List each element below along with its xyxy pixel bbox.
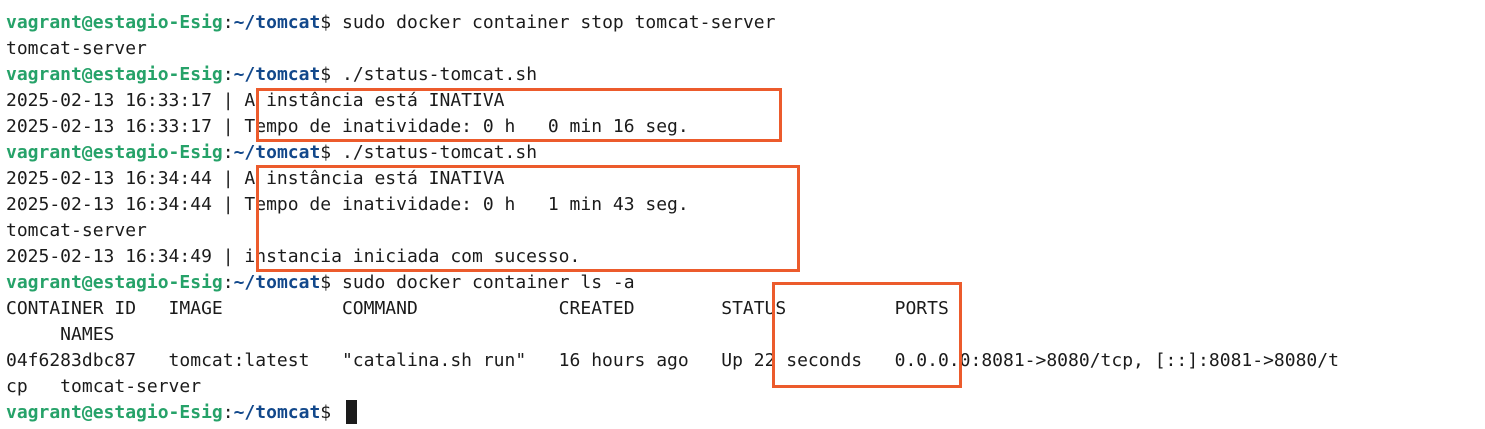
terminal-window[interactable]: vagrant@estagio-Esig:~/tomcat$ sudo dock… [0, 0, 1485, 429]
table-row-wrap: cp tomcat-server [6, 376, 202, 397]
output-line: tomcat-server [6, 220, 147, 241]
log-line: 2025-02-13 16:34:49 | instancia iniciada… [6, 246, 581, 267]
prompt-symbol: $ [320, 402, 342, 423]
prompt-symbol: $ [320, 272, 342, 293]
prompt-user-host: vagrant@estagio-Esig [6, 12, 223, 33]
table-header-wrap: NAMES [6, 324, 115, 345]
prompt-user-host: vagrant@estagio-Esig [6, 402, 223, 423]
prompt-line-3: vagrant@estagio-Esig:~/tomcat$ ./status-… [6, 142, 538, 163]
prompt-path: ~/tomcat [233, 142, 321, 163]
prompt-path: ~/tomcat [233, 12, 321, 33]
prompt-user-host: vagrant@estagio-Esig [6, 142, 223, 163]
prompt-user-host: vagrant@estagio-Esig [6, 272, 223, 293]
log-line: 2025-02-13 16:33:17 | Tempo de inativida… [6, 116, 689, 137]
prompt-line-4: vagrant@estagio-Esig:~/tomcat$ sudo dock… [6, 272, 635, 293]
output-line: tomcat-server [6, 38, 147, 59]
prompt-path: ~/tomcat [233, 64, 321, 85]
prompt-line-2: vagrant@estagio-Esig:~/tomcat$ ./status-… [6, 64, 538, 85]
prompt-symbol: $ [320, 12, 342, 33]
log-line: 2025-02-13 16:34:44 | A instância está I… [6, 168, 505, 189]
command-text: sudo docker container ls -a [341, 272, 635, 293]
command-text: ./status-tomcat.sh [341, 142, 538, 163]
prompt-path: ~/tomcat [233, 402, 321, 423]
prompt-path: ~/tomcat [233, 272, 321, 293]
table-row: 04f6283dbc87 tomcat:latest "catalina.sh … [6, 350, 1339, 371]
prompt-symbol: $ [320, 64, 342, 85]
command-text: ./status-tomcat.sh [341, 64, 538, 85]
log-line: 2025-02-13 16:34:44 | Tempo de inativida… [6, 194, 689, 215]
cursor-block [345, 400, 357, 424]
prompt-symbol: $ [320, 142, 342, 163]
command-text: sudo docker container stop tomcat-server [341, 12, 776, 33]
prompt-line-1: vagrant@estagio-Esig:~/tomcat$ sudo dock… [6, 12, 776, 33]
prompt-user-host: vagrant@estagio-Esig [6, 64, 223, 85]
log-line: 2025-02-13 16:33:17 | A instância está I… [6, 90, 505, 111]
prompt-line-5[interactable]: vagrant@estagio-Esig:~/tomcat$ [6, 400, 357, 426]
table-header: CONTAINER ID IMAGE COMMAND CREATED STATU… [6, 298, 949, 319]
